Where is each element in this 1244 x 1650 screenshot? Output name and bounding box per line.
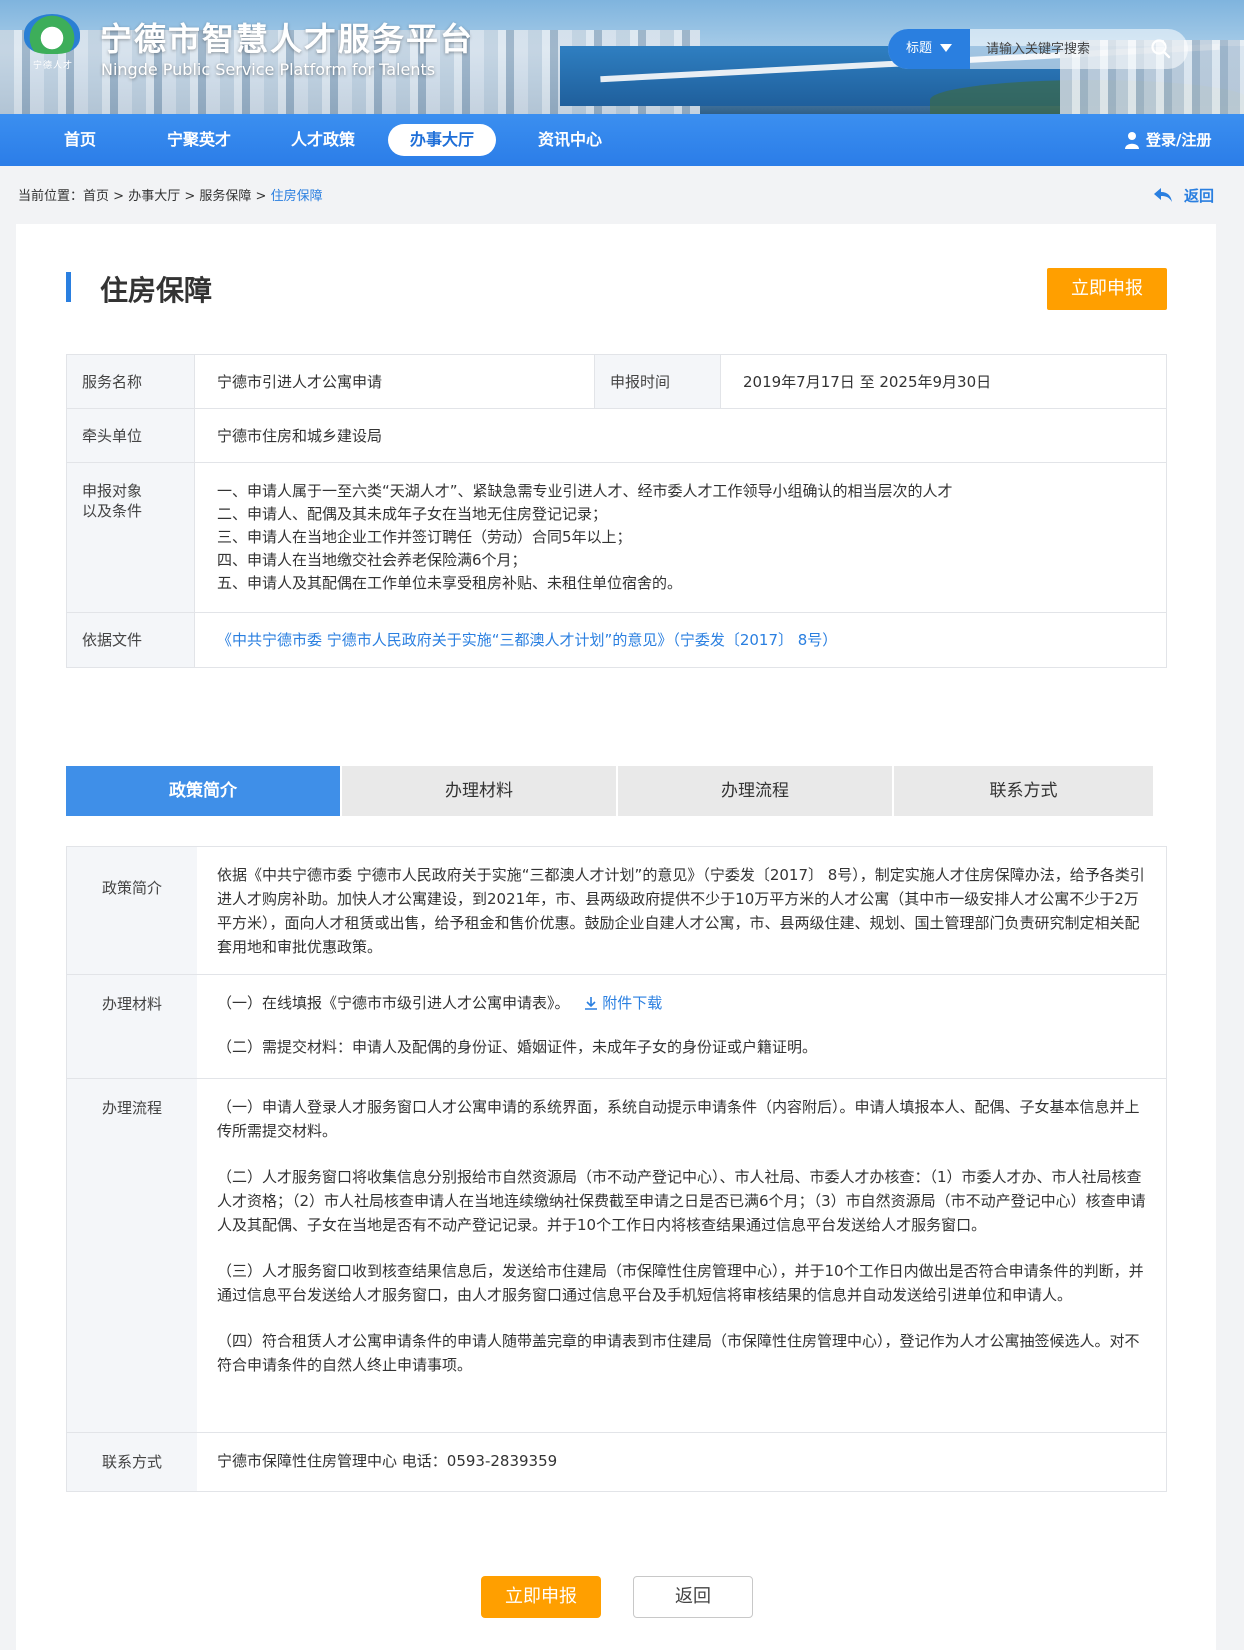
breadcrumb-separator: > xyxy=(109,189,129,204)
basis-document-link[interactable]: 《中共宁德市委 宁德市人民政府关于实施“三都澳人才计划”的意见》（宁委发〔201… xyxy=(195,613,859,667)
breadcrumb-service-guarantee[interactable]: 服务保障 xyxy=(199,189,251,204)
search-category-label: 标题 xyxy=(906,41,933,56)
materials-content: （一）在线填报《宁德市市级引进人才公寓申请表》。 附件下载 （二）需提交材料：申… xyxy=(197,975,1166,1078)
conditions-label-line2: 以及条件 xyxy=(82,502,143,520)
apply-time-value: 2019年7月17日 至 2025年9月30日 xyxy=(743,373,992,391)
nav-item-home[interactable]: 首页 xyxy=(42,124,118,156)
condition-item: 四、申请人在当地缴交社会养老保险满6个月； xyxy=(217,551,527,569)
search-box: 标题 xyxy=(888,29,1188,69)
breadcrumb-prefix: 当前位置： xyxy=(18,189,84,204)
detail-table: 政策简介 依据《中共宁德市委 宁德市人民政府关于实施“三都澳人才计划”的意见》（… xyxy=(66,846,1167,1492)
logo-text: 宁德人才 xyxy=(32,61,73,71)
breadcrumb-separator: > xyxy=(251,189,271,204)
search-category-select[interactable]: 标题 xyxy=(888,29,970,69)
back-button[interactable]: 返回 xyxy=(633,1576,753,1618)
site-title: 宁德市智慧人才服务平台 xyxy=(100,20,475,58)
breadcrumb-service-hall[interactable]: 办事大厅 xyxy=(128,189,180,204)
main-nav: 首页 宁聚英才 人才政策 办事大厅 资讯中心 登录/注册 xyxy=(0,114,1244,166)
tab-policy-intro[interactable]: 政策简介 xyxy=(66,766,340,816)
nav-item-talents[interactable]: 宁聚英才 xyxy=(145,124,253,156)
site-logo[interactable]: 宁德人才 xyxy=(24,14,82,78)
title-accent-bar xyxy=(66,272,71,302)
info-row-basis: 依据文件 《中共宁德市委 宁德市人民政府关于实施“三都澳人才计划”的意见》（宁委… xyxy=(67,613,1166,667)
header-banner: 宁德人才 宁德市智慧人才服务平台 Ningde Public Service P… xyxy=(0,0,1244,114)
attachment-download-link[interactable]: 附件下载 xyxy=(584,994,662,1012)
tab-materials[interactable]: 办理材料 xyxy=(342,766,616,816)
detail-row-process: 办理流程 （一）申请人登录人才服务窗口人才公寓申请的系统界面，系统自动提示申请条… xyxy=(67,1079,1166,1433)
breadcrumb-current: 住房保障 xyxy=(270,189,323,204)
conditions-list: 一、申请人属于一至六类“天湖人才”、紧缺急需专业引进人才、经市委人才工作领导小组… xyxy=(195,463,975,612)
service-info-table: 服务名称 宁德市引进人才公寓申请 申报时间 2019年7月17日 至 2025年… xyxy=(66,354,1167,668)
back-link[interactable]: 返回 xyxy=(1184,185,1214,206)
search-input[interactable] xyxy=(986,39,1146,59)
conditions-label: 申报对象 以及条件 xyxy=(67,463,195,612)
info-row-service: 服务名称 宁德市引进人才公寓申请 申报时间 2019年7月17日 至 2025年… xyxy=(67,355,1166,409)
process-step: （一）申请人登录人才服务窗口人才公寓申请的系统界面，系统自动提示申请条件（内容附… xyxy=(217,1098,1140,1140)
nav-item-policy[interactable]: 人才政策 xyxy=(269,124,377,156)
chevron-down-icon xyxy=(940,44,952,52)
search-icon[interactable] xyxy=(1150,38,1172,60)
nav-item-service-hall[interactable]: 办事大厅 xyxy=(388,124,497,156)
nav-item-news[interactable]: 资讯中心 xyxy=(516,124,624,156)
apply-now-button[interactable]: 立即申报 xyxy=(1047,268,1167,310)
contact-text: 宁德市保障性住房管理中心 电话：0593-2839359 xyxy=(217,1452,558,1470)
breadcrumb: 当前位置：首页 > 办事大厅 > 服务保障 > 住房保障 xyxy=(18,185,323,204)
contact-label: 联系方式 xyxy=(67,1433,197,1491)
process-step: （四）符合租赁人才公寓申请条件的申请人随带盖完章的申请表到市住建局（市保障性住房… xyxy=(217,1332,1140,1374)
detail-tabs: 政策简介 办理材料 办理流程 联系方式 xyxy=(66,766,1167,816)
tab-contact[interactable]: 联系方式 xyxy=(894,766,1153,816)
detail-row-contact: 联系方式 宁德市保障性住房管理中心 电话：0593-2839359 xyxy=(67,1433,1166,1491)
detail-row-intro: 政策简介 依据《中共宁德市委 宁德市人民政府关于实施“三都澳人才计划”的意见》（… xyxy=(67,847,1166,975)
apply-now-button-bottom[interactable]: 立即申报 xyxy=(481,1576,601,1618)
condition-item: 二、申请人、配偶及其未成年子女在当地无住房登记记录； xyxy=(217,505,608,523)
back-arrow-icon[interactable] xyxy=(1152,186,1174,204)
process-content: （一）申请人登录人才服务窗口人才公寓申请的系统界面，系统自动提示申请条件（内容附… xyxy=(197,1079,1166,1432)
intro-text: 依据《中共宁德市委 宁德市人民政府关于实施“三都澳人才计划”的意见》（宁委发〔2… xyxy=(217,866,1145,956)
detail-row-materials: 办理材料 （一）在线填报《宁德市市级引进人才公寓申请表》。 附件下载 （二）需提… xyxy=(67,975,1166,1079)
lead-unit-label: 牵头单位 xyxy=(67,409,195,462)
content-card: 住房保障 立即申报 服务名称 宁德市引进人才公寓申请 申报时间 2019年7月1… xyxy=(16,224,1216,1650)
user-icon xyxy=(1125,132,1139,149)
service-name-value: 宁德市引进人才公寓申请 xyxy=(195,355,595,408)
service-name-label: 服务名称 xyxy=(67,355,195,408)
logo-mark-icon xyxy=(24,14,80,54)
conditions-label-line1: 申报对象 xyxy=(82,482,143,500)
basis-label: 依据文件 xyxy=(67,613,195,667)
page-title: 住房保障 xyxy=(100,274,213,307)
login-register-link[interactable]: 登录/注册 xyxy=(1146,114,1211,166)
breadcrumb-home[interactable]: 首页 xyxy=(83,189,109,204)
materials-label: 办理材料 xyxy=(67,975,197,1078)
download-icon xyxy=(585,997,598,1010)
process-label: 办理流程 xyxy=(67,1079,197,1432)
attachment-download-label: 附件下载 xyxy=(602,994,663,1012)
intro-label: 政策简介 xyxy=(67,847,197,974)
tab-process[interactable]: 办理流程 xyxy=(618,766,892,816)
condition-item: 五、申请人及其配偶在工作单位未享受租房补贴、未租住单位宿舍的。 xyxy=(217,574,683,592)
breadcrumb-separator: > xyxy=(180,189,200,204)
process-step: （二）人才服务窗口将收集信息分别报给市自然资源局（市不动产登记中心）、市人社局、… xyxy=(217,1168,1146,1234)
info-row-conditions: 申报对象 以及条件 一、申请人属于一至六类“天湖人才”、紧缺急需专业引进人才、经… xyxy=(67,463,1166,613)
materials-item-2: （二）需提交材料：申请人及配偶的身份证、婚姻证件，未成年子女的身份证或户籍证明。 xyxy=(217,1038,818,1056)
site-subtitle: Ningde Public Service Platform for Talen… xyxy=(101,60,436,79)
apply-time-label: 申报时间 xyxy=(595,355,721,408)
info-row-unit: 牵头单位 宁德市住房和城乡建设局 xyxy=(67,409,1166,463)
materials-item-1: （一）在线填报《宁德市市级引进人才公寓申请表》。 xyxy=(217,994,570,1012)
lead-unit-value: 宁德市住房和城乡建设局 xyxy=(217,427,383,445)
condition-item: 一、申请人属于一至六类“天湖人才”、紧缺急需专业引进人才、经市委人才工作领导小组… xyxy=(217,482,953,500)
process-step: （三）人才服务窗口收到核查结果信息后，发送给市住建局（市保障性住房管理中心），并… xyxy=(217,1262,1144,1304)
condition-item: 三、申请人在当地企业工作并签订聘任（劳动）合同5年以上； xyxy=(217,528,632,546)
